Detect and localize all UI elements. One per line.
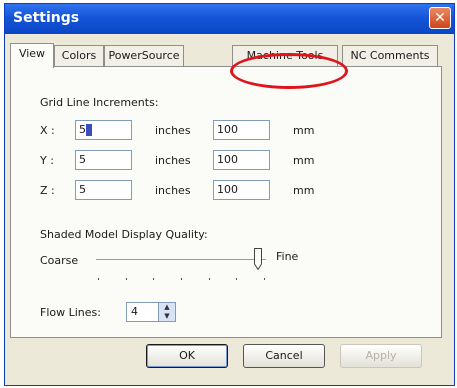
- axis-label-y: Y :: [40, 154, 54, 167]
- axis-label-z: Z :: [40, 184, 55, 197]
- y-inches-unit: inches: [155, 154, 191, 167]
- y-inches-input[interactable]: 5: [75, 150, 132, 170]
- dialog-title: Settings: [13, 10, 80, 26]
- flow-lines-value: 4: [131, 305, 138, 318]
- grid-heading: Grid Line Increments:: [40, 96, 159, 109]
- x-mm-input[interactable]: 100: [213, 120, 270, 140]
- tab-powersource[interactable]: PowerSource: [104, 45, 184, 67]
- y-mm-input[interactable]: 100: [213, 150, 270, 170]
- slider-tick: [208, 278, 210, 280]
- x-mm-unit: mm: [293, 124, 315, 137]
- close-icon[interactable]: ✕: [429, 7, 451, 29]
- title-bar[interactable]: Settings ✕: [5, 4, 454, 34]
- quality-slider-track[interactable]: [96, 259, 266, 263]
- text-caret: [86, 124, 92, 136]
- highlight-callout: [230, 53, 348, 89]
- apply-button[interactable]: Apply: [340, 344, 422, 368]
- spin-down-icon[interactable]: ▼: [158, 312, 175, 321]
- slider-tick: [181, 278, 182, 280]
- tab-view[interactable]: View: [10, 43, 54, 68]
- z-inches-unit: inches: [155, 184, 191, 197]
- z-mm-input[interactable]: 100: [213, 180, 270, 200]
- quality-slider-thumb[interactable]: [253, 248, 262, 270]
- slider-tick: [98, 278, 99, 280]
- z-mm-unit: mm: [293, 184, 315, 197]
- cancel-button[interactable]: Cancel: [243, 344, 325, 368]
- x-inches-input[interactable]: 5: [75, 120, 132, 140]
- flow-lines-spinner[interactable]: 4 ▲ ▼: [126, 302, 176, 322]
- slider-tick: [125, 278, 127, 280]
- slider-tick: [153, 278, 155, 280]
- quality-heading: Shaded Model Display Quality:: [40, 228, 208, 241]
- tab-bar: View Colors PowerSource Machine Tools NC…: [10, 43, 442, 68]
- spin-up-icon[interactable]: ▲: [158, 303, 175, 312]
- y-mm-unit: mm: [293, 154, 315, 167]
- slider-tick: [236, 278, 238, 280]
- ok-button[interactable]: OK: [146, 344, 228, 368]
- slider-min-label: Coarse: [40, 254, 79, 267]
- flow-lines-label: Flow Lines:: [40, 306, 101, 319]
- tab-nc-comments[interactable]: NC Comments: [342, 45, 438, 67]
- slider-tick: [264, 278, 265, 280]
- axis-label-x: X :: [40, 124, 55, 137]
- z-inches-input[interactable]: 5: [75, 180, 132, 200]
- slider-max-label: Fine: [276, 250, 299, 263]
- x-inches-unit: inches: [155, 124, 191, 137]
- tab-colors[interactable]: Colors: [54, 45, 104, 67]
